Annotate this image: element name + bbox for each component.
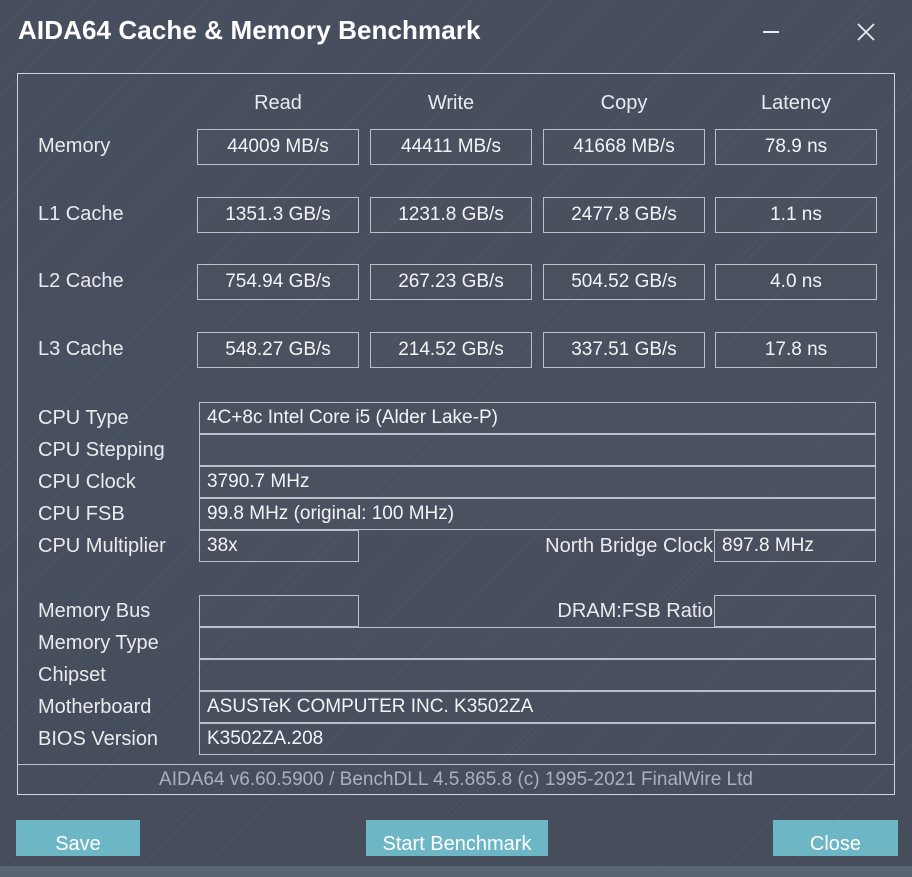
label-memory-type: Memory Type xyxy=(38,632,159,654)
label-memory-bus: Memory Bus xyxy=(38,600,151,622)
close-window-button[interactable] xyxy=(843,10,889,54)
label-north-bridge-clock: North Bridge Clock xyxy=(545,535,713,557)
start-benchmark-button[interactable]: Start Benchmark xyxy=(366,820,548,856)
memory-latency-value: 78.9 ns xyxy=(715,129,877,165)
column-header-latency: Latency xyxy=(760,92,832,114)
value-dram-fsb-ratio xyxy=(714,595,876,627)
l3-latency-value: 17.8 ns xyxy=(715,332,877,368)
label-cpu-multiplier: CPU Multiplier xyxy=(38,535,166,557)
aida64-window: AIDA64 Cache & Memory Benchmark Read Wri xyxy=(0,0,912,877)
label-cpu-type: CPU Type xyxy=(38,407,129,429)
value-cpu-clock: 3790.7 MHz xyxy=(199,466,876,498)
minimize-icon xyxy=(760,21,782,43)
l3-write-value: 214.52 GB/s xyxy=(370,332,532,368)
row-label-l3-cache: L3 Cache xyxy=(38,338,124,360)
l2-read-value: 754.94 GB/s xyxy=(197,264,359,300)
column-header-read: Read xyxy=(254,92,302,114)
l2-copy-value: 504.52 GB/s xyxy=(543,264,705,300)
value-bios-version: K3502ZA.208 xyxy=(199,723,876,755)
status-bar xyxy=(0,866,912,877)
memory-copy-value: 41668 MB/s xyxy=(543,129,705,165)
l1-read-value: 1351.3 GB/s xyxy=(197,197,359,233)
version-info: AIDA64 v6.60.5900 / BenchDLL 4.5.865.8 (… xyxy=(18,764,894,795)
label-chipset: Chipset xyxy=(38,664,106,686)
row-label-l1-cache: L1 Cache xyxy=(38,203,124,225)
value-cpu-type: 4C+8c Intel Core i5 (Alder Lake-P) xyxy=(199,402,876,434)
row-label-l2-cache: L2 Cache xyxy=(38,270,124,292)
l1-write-value: 1231.8 GB/s xyxy=(370,197,532,233)
column-header-write: Write xyxy=(427,92,475,114)
l1-copy-value: 2477.8 GB/s xyxy=(543,197,705,233)
label-bios-version: BIOS Version xyxy=(38,728,159,750)
memory-read-value: 44009 MB/s xyxy=(197,129,359,165)
l3-copy-value: 337.51 GB/s xyxy=(543,332,705,368)
value-cpu-fsb: 99.8 MHz (original: 100 MHz) xyxy=(199,498,876,530)
column-header-copy: Copy xyxy=(600,92,648,114)
label-cpu-clock: CPU Clock xyxy=(38,471,136,493)
label-motherboard: Motherboard xyxy=(38,696,152,718)
main-panel: Read Write Copy Latency Memory 44009 MB/… xyxy=(17,73,895,795)
start-benchmark-button-label: Start Benchmark xyxy=(382,833,532,855)
l1-latency-value: 1.1 ns xyxy=(715,197,877,233)
label-cpu-fsb: CPU FSB xyxy=(38,503,125,525)
value-motherboard: ASUSTeK COMPUTER INC. K3502ZA xyxy=(199,691,876,723)
value-memory-type xyxy=(199,627,876,659)
close-button[interactable]: Close xyxy=(773,820,898,856)
label-dram-fsb-ratio: DRAM:FSB Ratio xyxy=(557,600,713,622)
close-button-label: Close xyxy=(809,833,862,855)
value-chipset xyxy=(199,659,876,691)
l2-write-value: 267.23 GB/s xyxy=(370,264,532,300)
l2-latency-value: 4.0 ns xyxy=(715,264,877,300)
value-cpu-stepping xyxy=(199,434,876,466)
save-button[interactable]: Save xyxy=(16,820,140,856)
value-memory-bus xyxy=(199,595,359,627)
row-label-memory: Memory xyxy=(38,135,111,157)
l3-read-value: 548.27 GB/s xyxy=(197,332,359,368)
close-icon xyxy=(854,20,878,44)
window-title: AIDA64 Cache & Memory Benchmark xyxy=(18,15,481,45)
value-north-bridge-clock: 897.8 MHz xyxy=(714,530,876,562)
label-cpu-stepping: CPU Stepping xyxy=(38,439,165,461)
title-bar[interactable]: AIDA64 Cache & Memory Benchmark xyxy=(0,0,912,65)
minimize-button[interactable] xyxy=(748,10,794,54)
save-button-label: Save xyxy=(55,833,101,855)
value-cpu-multiplier: 38x xyxy=(199,530,359,562)
memory-write-value: 44411 MB/s xyxy=(370,129,532,165)
